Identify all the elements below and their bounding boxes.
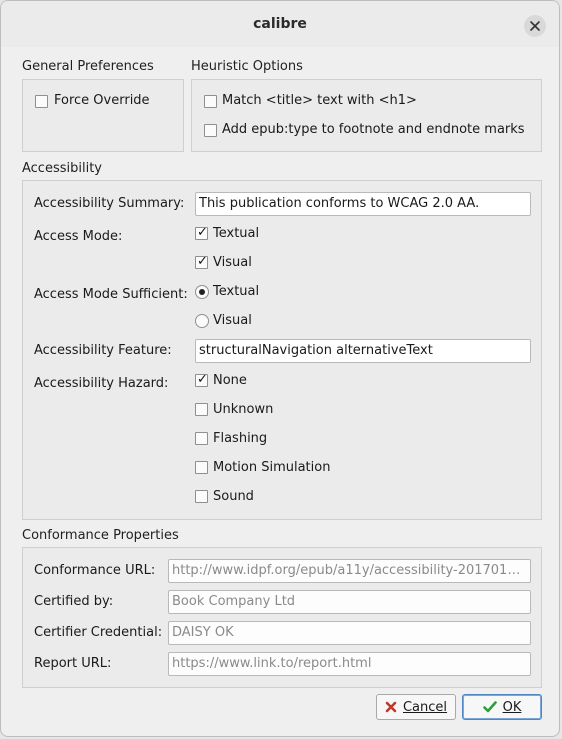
accessibility-feature-input[interactable]: structuralNavigation alternativeText <box>195 339 531 363</box>
hazard-flashing-checkbox[interactable] <box>195 432 208 445</box>
access-mode-label: Access Mode: <box>34 229 123 244</box>
dialog-window: calibre General Preferences Force Overri… <box>0 0 560 737</box>
report-url-input[interactable]: https://www.link.to/report.html <box>168 652 531 676</box>
conformance-url-input[interactable]: http://www.idpf.org/epub/a11y/accessibil… <box>168 559 531 583</box>
sufficient-textual-radio[interactable] <box>195 285 209 299</box>
accessibility-group: Accessibility Summary: This publication … <box>22 180 542 520</box>
hazard-unknown-label[interactable]: Unknown <box>213 402 273 417</box>
cancel-button[interactable]: Cancel <box>376 694 456 720</box>
certified-by-input[interactable]: Book Company Ltd <box>168 590 531 614</box>
access-mode-textual-label[interactable]: Textual <box>213 226 259 241</box>
close-button[interactable] <box>524 15 546 37</box>
certifier-credential-input[interactable]: DAISY OK <box>168 621 531 645</box>
force-override-checkbox[interactable] <box>35 95 48 108</box>
hazard-sound-checkbox[interactable] <box>195 490 208 503</box>
certifier-credential-label: Certifier Credential: <box>34 625 163 640</box>
heuristic-options-heading: Heuristic Options <box>191 59 303 74</box>
hazard-unknown-checkbox[interactable] <box>195 403 208 416</box>
checkmark-icon <box>482 701 497 713</box>
sufficient-textual-label[interactable]: Textual <box>213 284 259 299</box>
access-mode-visual-label[interactable]: Visual <box>213 255 252 270</box>
match-title-label[interactable]: Match <title> text with <h1> <box>222 93 417 108</box>
accessibility-summary-input[interactable]: This publication conforms to WCAG 2.0 AA… <box>195 192 531 216</box>
add-epub-type-label[interactable]: Add epub:type to footnote and endnote ma… <box>222 122 525 137</box>
add-epub-type-checkbox[interactable] <box>204 124 217 137</box>
sufficient-visual-label[interactable]: Visual <box>213 313 252 328</box>
hazard-flashing-label[interactable]: Flashing <box>213 431 267 446</box>
accessibility-summary-label: Accessibility Summary: <box>34 196 185 211</box>
hazard-motion-checkbox[interactable] <box>195 461 208 474</box>
radio-selected-icon <box>199 289 205 295</box>
access-mode-sufficient-label: Access Mode Sufficient: <box>34 287 188 302</box>
access-mode-textual-checkbox[interactable]: ✓ <box>195 225 208 240</box>
hazard-motion-label[interactable]: Motion Simulation <box>213 460 330 475</box>
checkmark-icon: ✓ <box>197 372 208 387</box>
hazard-none-checkbox[interactable]: ✓ <box>195 372 208 387</box>
match-title-checkbox[interactable] <box>204 95 217 108</box>
ok-button[interactable]: OK <box>462 694 542 720</box>
title-bar: calibre <box>1 1 559 47</box>
accessibility-feature-label: Accessibility Feature: <box>34 343 172 358</box>
hazard-none-label[interactable]: None <box>213 373 247 388</box>
checkmark-icon: ✓ <box>197 225 208 240</box>
sufficient-visual-radio[interactable] <box>195 314 209 328</box>
ok-label: OK <box>502 699 522 715</box>
heuristic-options-group: Match <title> text with <h1> Add epub:ty… <box>191 79 542 152</box>
conformance-group: Conformance URL: http://www.idpf.org/epu… <box>22 547 542 688</box>
window-title: calibre <box>253 16 307 32</box>
close-icon <box>530 21 540 31</box>
accessibility-heading: Accessibility <box>22 161 102 176</box>
conformance-url-label: Conformance URL: <box>34 563 156 578</box>
accessibility-hazard-label: Accessibility Hazard: <box>34 376 169 391</box>
general-preferences-heading: General Preferences <box>22 59 154 74</box>
cross-icon <box>385 701 397 713</box>
hazard-sound-label[interactable]: Sound <box>213 489 254 504</box>
checkmark-icon: ✓ <box>197 254 208 269</box>
report-url-label: Report URL: <box>34 656 112 671</box>
conformance-heading: Conformance Properties <box>22 528 179 543</box>
access-mode-visual-checkbox[interactable]: ✓ <box>195 254 208 269</box>
certified-by-label: Certified by: <box>34 594 114 609</box>
general-preferences-group: Force Override <box>22 79 184 152</box>
cancel-label: Cancel <box>402 699 448 715</box>
force-override-label[interactable]: Force Override <box>54 93 150 108</box>
